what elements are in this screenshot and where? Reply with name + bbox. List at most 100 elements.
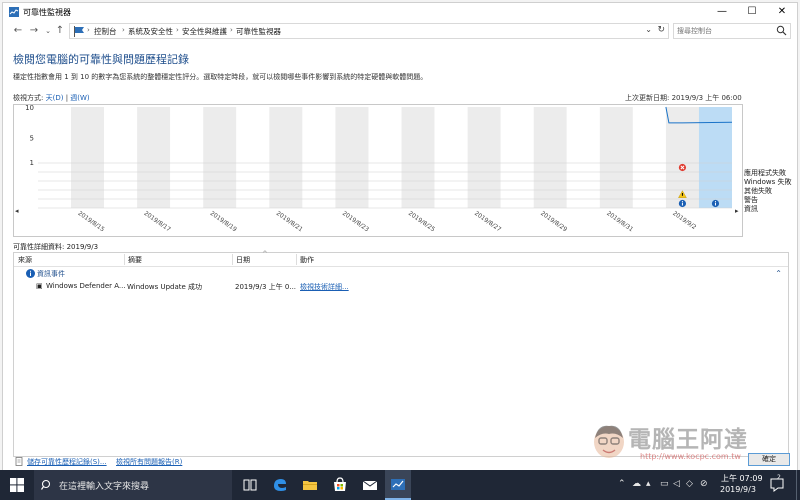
- clock-time[interactable]: 上午 07:09: [721, 473, 763, 484]
- address-bar: ← → ⌄ ↑ › 控制台 › 系統及安全性 › 安全性與維護 › 可靠性監視器…: [3, 21, 797, 41]
- collapse-chevron-up-icon[interactable]: ⌃: [775, 269, 782, 278]
- windows-start-icon[interactable]: [10, 478, 24, 492]
- desktop: 可靠性監視器 — ☐ ✕ ← → ⌄ ↑ › 控制台 › 系統及安全性 › 安全…: [0, 0, 800, 500]
- view-by-weeks-link[interactable]: 週(W): [70, 94, 89, 102]
- day-column: [236, 107, 270, 208]
- address-box[interactable]: › 控制台 › 系統及安全性 › 安全性與維護 › 可靠性監視器 ⌄ ↻: [69, 23, 669, 39]
- task-view-icon[interactable]: [241, 476, 259, 494]
- x-tick-label: 2019/8/17: [143, 210, 172, 233]
- day-column: [38, 107, 72, 208]
- watermark-url: http://www.kocpc.com.tw: [640, 452, 741, 461]
- title-bar: 可靠性監視器 — ☐ ✕: [3, 3, 797, 21]
- day-column: [203, 107, 237, 208]
- row-summary: Windows Update 成功: [127, 283, 203, 291]
- column-header-action[interactable]: 動作: [300, 255, 314, 265]
- day-column: [170, 107, 204, 208]
- row-source: Windows Defender A...: [46, 282, 126, 290]
- column-header-source[interactable]: 來源: [18, 255, 32, 265]
- breadcrumb-reliability-monitor[interactable]: 可靠性監視器: [236, 26, 281, 37]
- reliability-monitor-taskbar-icon: [391, 479, 405, 490]
- volume-icon[interactable]: ◁: [673, 479, 680, 489]
- taskbar-search-box[interactable]: 在這裡輸入文字來搜尋: [34, 470, 232, 500]
- column-header-summary[interactable]: 摘要: [128, 255, 142, 265]
- group-label: 資訊事件: [37, 270, 65, 278]
- maximize-button[interactable]: ☐: [737, 3, 767, 21]
- day-column: [533, 107, 567, 208]
- close-window-button[interactable]: ✕: [767, 3, 797, 21]
- x-tick-label: 2019/8/15: [76, 210, 105, 233]
- control-panel-flag-icon: [74, 26, 84, 37]
- column-header-date[interactable]: 日期: [236, 255, 250, 265]
- tray-blocked-icon[interactable]: ⊘: [700, 479, 708, 489]
- x-tick-label: 2019/9/2: [671, 210, 697, 231]
- refresh-icon[interactable]: ↻: [657, 25, 665, 35]
- row-action-cell: 檢視技術詳細...: [300, 282, 349, 292]
- last-updated: 上次更新日期: 2019/9/3 上午 06:00: [625, 94, 742, 102]
- search-input[interactable]: [677, 25, 773, 37]
- back-arrow-icon[interactable]: ←: [11, 24, 25, 38]
- notification-count: 2: [777, 474, 781, 481]
- search-icon: [41, 479, 51, 490]
- breadcrumb-security-maintenance[interactable]: 安全性與維護: [182, 26, 227, 37]
- reliability-chart-svg[interactable]: 10 5 1 2019/8/15 2019/8/17 2019/8/19 2019/8/21…: [14, 105, 744, 238]
- clock-date[interactable]: 2019/9/3: [720, 485, 756, 494]
- onedrive-cloud-icon[interactable]: ☁: [632, 479, 641, 489]
- page-description: 穩定性指數會用 1 到 10 的數字為您系統的整體穩定性評分。選取特定時段，就可…: [13, 73, 428, 81]
- network-icon[interactable]: ▭: [660, 479, 669, 489]
- day-column: [104, 107, 138, 208]
- breadcrumb-separator: ›: [176, 26, 179, 34]
- y-tick-label: 1: [30, 159, 34, 167]
- day-column: [632, 107, 666, 208]
- column-separator: [232, 254, 233, 265]
- store-icon[interactable]: [331, 476, 349, 494]
- search-box[interactable]: [673, 23, 791, 39]
- column-separator: [124, 254, 125, 265]
- day-column: [500, 107, 534, 208]
- save-reliability-history-link[interactable]: 儲存可靠性歷程記錄(S)...: [27, 457, 107, 467]
- watermark-mascot-icon: [594, 425, 624, 458]
- chart-scroll-left-icon[interactable]: ◂: [15, 207, 19, 215]
- y-tick-label: 5: [30, 135, 34, 143]
- security-shield-icon[interactable]: ◇: [686, 479, 693, 489]
- info-icon-mark: [681, 202, 683, 206]
- day-column: [302, 107, 336, 208]
- minimize-button[interactable]: —: [707, 3, 737, 21]
- day-column: [467, 107, 501, 208]
- row-label-information: 資訊: [744, 205, 758, 213]
- y-tick-label: 10: [25, 105, 34, 112]
- up-arrow-icon[interactable]: ↑: [53, 24, 67, 38]
- breadcrumb-system-security[interactable]: 系統及安全性: [128, 26, 173, 37]
- view-all-problem-reports-link[interactable]: 檢視所有問題報告(R): [116, 457, 182, 467]
- mail-icon[interactable]: [361, 476, 379, 494]
- day-column: [269, 107, 303, 208]
- page-title: 檢閱您電腦的可靠性與問題歷程記錄: [13, 53, 189, 66]
- breadcrumb-separator: ›: [87, 26, 90, 34]
- ok-button[interactable]: 確定: [748, 453, 790, 466]
- tray-expand-chevron-icon[interactable]: ⌃: [618, 479, 626, 489]
- view-technical-details-link[interactable]: 檢視技術詳細...: [300, 283, 349, 291]
- forward-arrow-icon[interactable]: →: [27, 24, 41, 38]
- file-explorer-icon[interactable]: [301, 476, 319, 494]
- view-by: 檢視方式: 天(D) | 週(W): [13, 93, 90, 103]
- active-app-highlight[interactable]: [385, 470, 411, 500]
- x-tick-label: 2019/8/27: [473, 210, 502, 233]
- info-icon-dot: [714, 201, 716, 203]
- breadcrumb-separator: ›: [122, 26, 125, 34]
- edge-browser-icon[interactable]: [271, 476, 289, 494]
- details-title: 可靠性詳細資料: 2019/9/3: [13, 243, 99, 251]
- address-dropdown-icon[interactable]: ⌄: [645, 25, 652, 34]
- column-separator: [296, 254, 297, 265]
- main-content: 檢閱您電腦的可靠性與問題歷程記錄 穩定性指數會用 1 到 10 的數字為您系統的…: [3, 41, 797, 471]
- chart-scroll-right-icon[interactable]: ▸: [735, 207, 739, 215]
- view-by-separator: |: [65, 94, 69, 102]
- view-by-days-link[interactable]: 天(D): [46, 94, 64, 102]
- window-title: 可靠性監視器: [23, 8, 71, 17]
- x-tick-label: 2019/8/25: [407, 210, 436, 233]
- breadcrumb-control-panel[interactable]: 控制台: [94, 26, 117, 37]
- tray-app-icon[interactable]: ▴: [646, 479, 651, 489]
- show-desktop-button[interactable]: [796, 470, 800, 500]
- row-source-icon: ▣: [36, 282, 43, 290]
- day-column: [368, 107, 402, 208]
- taskbar: 在這裡輸入文字來搜尋 ⌃ ☁ ▴ ▭ ◁ ◇ ⊘ 上午 07:09 2019/9…: [0, 470, 800, 500]
- reliability-chart[interactable]: 10 5 1 2019/8/15 2019/8/17 2019/8/19 2019/8/21…: [13, 104, 743, 237]
